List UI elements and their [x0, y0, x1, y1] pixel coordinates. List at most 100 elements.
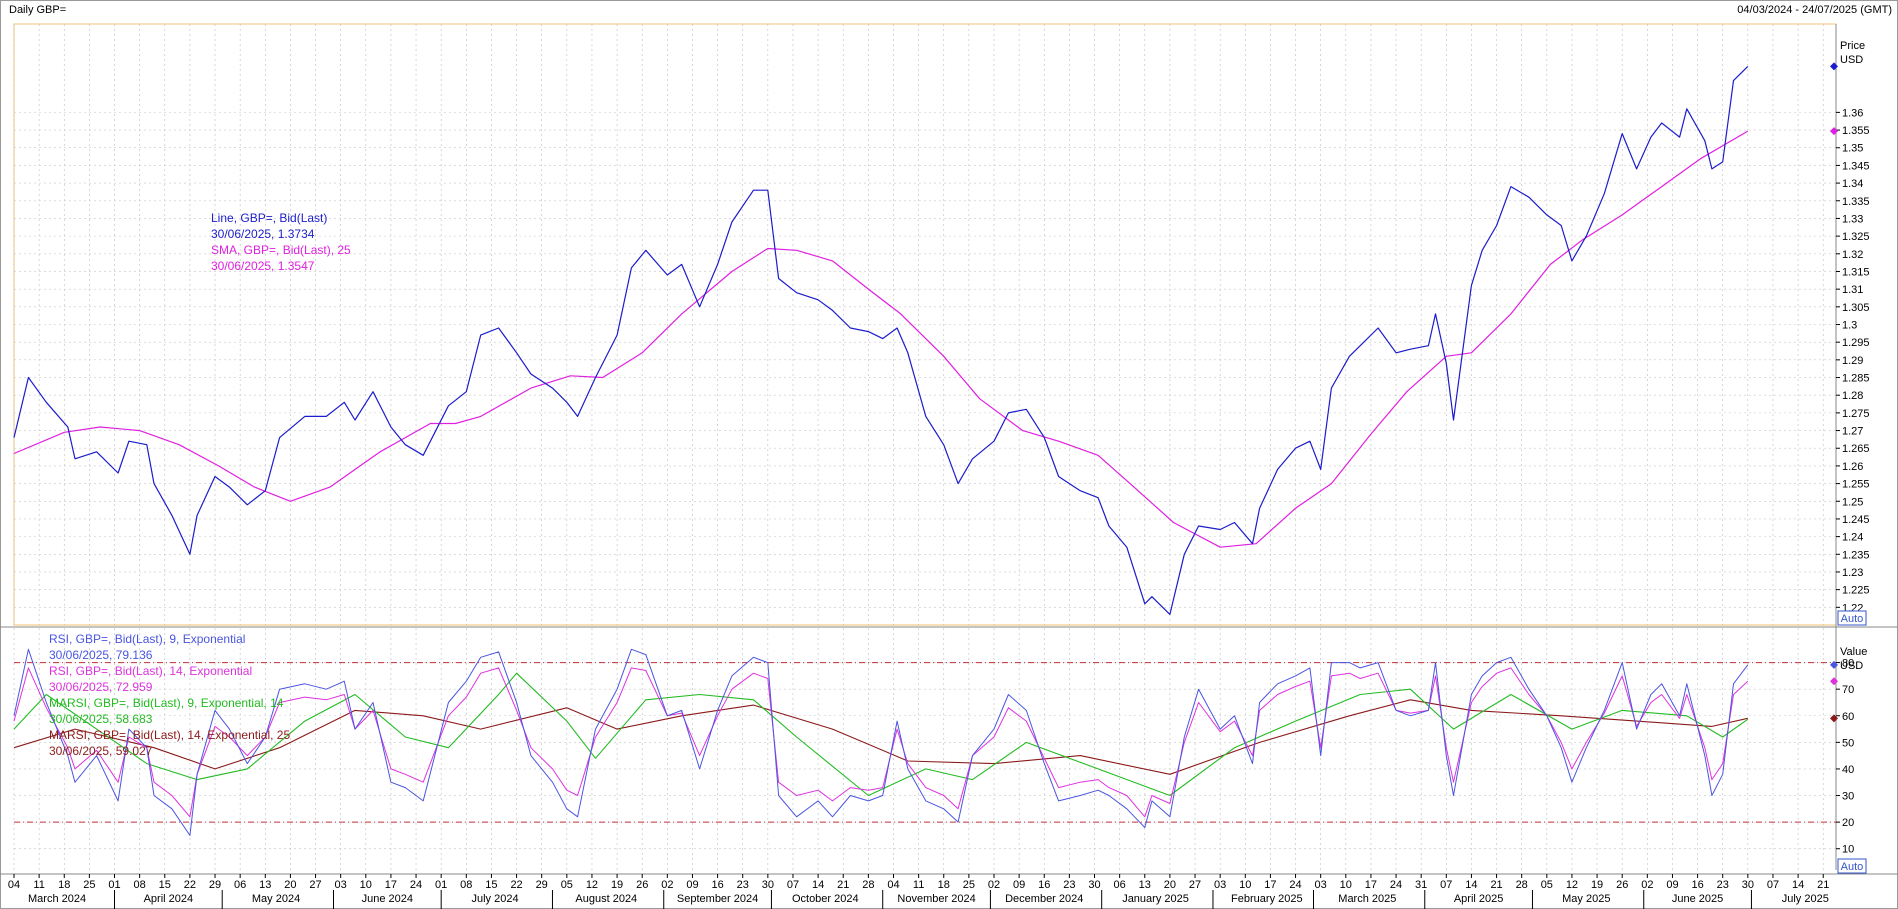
price-y-tick-label: 1.24 [1842, 532, 1863, 544]
grid-lines [0, 23, 1898, 875]
x-tick-label: 16 [1691, 879, 1703, 891]
price-y-tick-label: 1.23 [1842, 567, 1863, 579]
x-tick-label: 01 [108, 879, 120, 891]
month-label: March 2025 [1338, 893, 1396, 905]
x-tick-label: 21 [1817, 879, 1829, 891]
month-label: September 2024 [677, 893, 758, 905]
indicator-y-tick-label: 20 [1842, 817, 1854, 829]
x-tick-label: 26 [636, 879, 648, 891]
x-tick-label: 19 [611, 879, 623, 891]
x-tick-label: 23 [737, 879, 749, 891]
x-tick-label: 06 [1114, 879, 1126, 891]
x-tick-label: 28 [862, 879, 874, 891]
indicator-y-tick-label: 10 [1842, 844, 1854, 856]
x-tick-label: 08 [460, 879, 472, 891]
x-tick-label: 16 [1038, 879, 1050, 891]
price-y-tick-label: 1.3 [1842, 320, 1857, 332]
x-tick-label: 10 [1239, 879, 1251, 891]
x-tick-label: 26 [1616, 879, 1628, 891]
price-y-tick-label: 1.295 [1842, 337, 1870, 349]
x-tick-label: 09 [686, 879, 698, 891]
x-tick-label: 24 [1390, 879, 1402, 891]
x-tick-label: 02 [988, 879, 1000, 891]
price-y-tick-label: 1.265 [1842, 443, 1870, 455]
x-tick-label: 29 [536, 879, 548, 891]
price-y-tick-label: 1.29 [1842, 355, 1863, 367]
indicator-axis-unit: USD [1840, 660, 1863, 672]
chart-canvas[interactable]: 04 11 18 25 01 08 15 22 29 06 13 20 27 03 10 17 24 01 08 15… [0, 0, 1898, 909]
month-label: October 2024 [792, 893, 859, 905]
x-tick-label: 05 [561, 879, 573, 891]
indicator-auto-button[interactable]: Auto [1837, 858, 1867, 874]
x-tick-label: 15 [485, 879, 497, 891]
month-label: January 2025 [1122, 893, 1189, 905]
x-tick-label: 02 [1641, 879, 1653, 891]
sma-last-marker [1830, 127, 1838, 136]
price-y-tick-label: 1.26 [1842, 461, 1863, 473]
x-tick-label: 27 [309, 879, 321, 891]
marsi9-legend-title: MARSI, GBP=, Bid(Last), 9, Exponential, … [49, 696, 284, 710]
x-tick-label: 09 [1013, 879, 1025, 891]
price-auto-button[interactable]: Auto [1837, 610, 1867, 626]
x-tick-label: 14 [1792, 879, 1804, 891]
rsi14-legend-value: 30/06/2025, 72.959 [49, 680, 153, 694]
marsi9-legend-value: 30/06/2025, 58.683 [49, 712, 153, 726]
x-tick-label: 21 [837, 879, 849, 891]
sma-line [13, 130, 1749, 548]
price-y-tick-label: 1.36 [1842, 107, 1863, 119]
price-axis-unit: USD [1840, 54, 1863, 66]
price-y-tick-label: 1.255 [1842, 479, 1870, 491]
x-tick-label: 07 [1767, 879, 1779, 891]
indicator-y-tick-label: 40 [1842, 764, 1854, 776]
x-tick-label: 04 [8, 879, 20, 891]
x-tick-label: 16 [711, 879, 723, 891]
price-y-tick-label: 1.235 [1842, 549, 1870, 561]
series-lines [13, 65, 1749, 836]
x-tick-label: 10 [1340, 879, 1352, 891]
x-tick-label: 20 [1164, 879, 1176, 891]
x-tick-label: 04 [887, 879, 899, 891]
price-y-tick-label: 1.335 [1842, 196, 1870, 208]
x-tick-label: 25 [83, 879, 95, 891]
month-label: May 2024 [252, 893, 300, 905]
month-label: March 2024 [28, 893, 86, 905]
month-label: November 2024 [897, 893, 975, 905]
month-label: April 2025 [1454, 893, 1504, 905]
x-tick-label: 13 [1139, 879, 1151, 891]
month-label: April 2024 [144, 893, 194, 905]
month-label: August 2024 [575, 893, 637, 905]
month-label: December 2024 [1005, 893, 1083, 905]
price-y-tick-label: 1.345 [1842, 160, 1870, 172]
price-y-tick-label: 1.35 [1842, 143, 1863, 155]
price-y-tick-label: 1.28 [1842, 390, 1863, 402]
indicator-y-tick-label: 30 [1842, 791, 1854, 803]
x-tick-label: 03 [335, 879, 347, 891]
x-tick-label: 24 [1289, 879, 1301, 891]
x-tick-label: 14 [1465, 879, 1477, 891]
month-label: June 2024 [362, 893, 413, 905]
x-tick-label: 17 [1264, 879, 1276, 891]
price-y-tick-label: 1.32 [1842, 249, 1863, 261]
price-y-tick-label: 1.305 [1842, 302, 1870, 314]
price-axis-title: Price [1840, 40, 1865, 52]
x-tick-label: 17 [1365, 879, 1377, 891]
price-y-tick-label: 1.275 [1842, 408, 1870, 420]
x-tick-label: 11 [913, 879, 924, 891]
price-y-tick-label: 1.285 [1842, 373, 1870, 385]
x-tick-label: 27 [1189, 879, 1201, 891]
x-tick-label: 17 [385, 879, 397, 891]
x-tick-label: 11 [33, 879, 44, 891]
x-tick-label: 02 [661, 879, 673, 891]
rsi14-last-marker [1830, 677, 1838, 686]
rsi9-last-marker [1830, 660, 1838, 669]
x-tick-label: 29 [209, 879, 221, 891]
x-tick-label: 30 [1088, 879, 1100, 891]
indicator-y-tick-label: 60 [1842, 711, 1854, 723]
indicator-y-tick-label: 50 [1842, 737, 1854, 749]
price-y-tick-label: 1.315 [1842, 266, 1870, 278]
x-tick-label: 24 [410, 879, 422, 891]
x-tick-label: 30 [762, 879, 774, 891]
x-tick-label: 07 [787, 879, 799, 891]
price-legend-line-title: Line, GBP=, Bid(Last) [211, 211, 328, 225]
x-tick-label: 15 [159, 879, 171, 891]
